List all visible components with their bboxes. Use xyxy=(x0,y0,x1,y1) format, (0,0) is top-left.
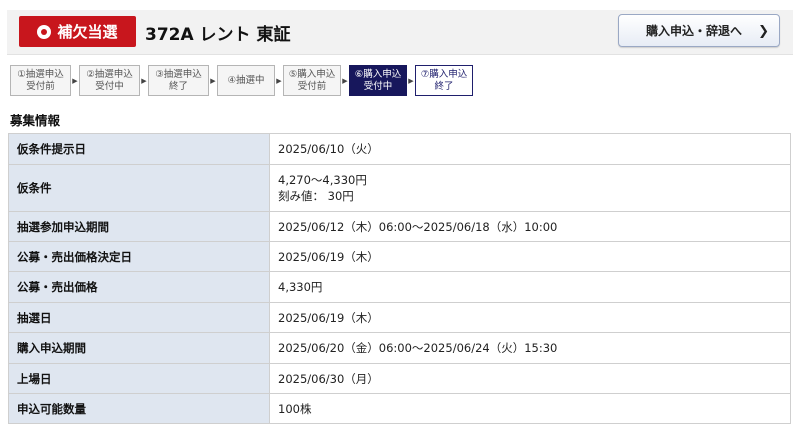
step-7: ⑦購入申込 終了 xyxy=(415,65,473,96)
page-title: 372A レント 東証 xyxy=(145,25,291,45)
status-badge-label: 補欠当選 xyxy=(57,23,118,41)
row-label: 上場日 xyxy=(8,363,270,394)
step-line2: 終了 xyxy=(434,80,454,92)
step-arrow-icon: ▶ xyxy=(72,76,78,85)
step-line2: 受付前 xyxy=(297,80,327,92)
table-row: 仮条件提示日 2025/06/10（火） xyxy=(8,133,791,165)
table-row: 購入申込期間 2025/06/20（金）06:00～2025/06/24（火）1… xyxy=(8,332,791,364)
row-value: 2025/06/30（月） xyxy=(269,363,791,394)
row-label: 公募・売出価格決定日 xyxy=(8,241,270,272)
chevron-right-icon: ❯ xyxy=(758,24,769,39)
buy-button-label: 購入申込・辞退へ xyxy=(646,24,743,38)
row-label: 公募・売出価格 xyxy=(8,271,270,303)
row-value: 2025/06/10（火） xyxy=(269,133,791,165)
step-arrow-icon: ▶ xyxy=(408,76,414,85)
step-2: ②抽選申込 受付中 xyxy=(79,65,140,96)
table-row: 上場日 2025/06/30（月） xyxy=(8,363,791,394)
step-line1: ②抽選申込 xyxy=(86,68,133,80)
row-value: 2025/06/20（金）06:00～2025/06/24（火）15:30 xyxy=(269,332,791,364)
row-value-cell: 4,270～4,330円 刻み値： 30円 xyxy=(269,164,791,212)
row-value: 4,330円 xyxy=(269,271,791,303)
step-arrow-icon: ▶ xyxy=(342,76,348,85)
step-line1: ⑥購入申込 xyxy=(354,68,402,80)
step-line2: 受付中 xyxy=(95,80,124,92)
step-4: ④抽選中 xyxy=(217,65,275,96)
table-row: 申込可能数量 100株 xyxy=(8,393,791,424)
progress-steps: ①抽選申込 受付前 ▶ ②抽選申込 受付中 ▶ ③抽選申込 終了 ▶ ④抽選中 … xyxy=(10,65,473,96)
step-line1: ③抽選申込 xyxy=(155,68,202,80)
step-6-current: ⑥購入申込 受付中 xyxy=(349,65,407,96)
status-badge: 補欠当選 xyxy=(19,16,136,47)
buy-apply-decline-button[interactable]: 購入申込・辞退へ ❯ xyxy=(618,14,780,47)
row-label: 仮条件提示日 xyxy=(8,133,270,165)
table-row: 仮条件 4,270～4,330円 刻み値： 30円 xyxy=(8,164,791,212)
row-label: 抽選参加申込期間 xyxy=(8,211,270,242)
row-value-sub: 刻み値： 30円 xyxy=(278,189,354,203)
step-line1: ⑦購入申込 xyxy=(420,68,468,80)
medal-icon xyxy=(37,24,52,39)
row-label: 申込可能数量 xyxy=(8,393,270,424)
row-label: 抽選日 xyxy=(8,302,270,333)
row-value: 2025/06/12（木）06:00～2025/06/18（水）10:00 xyxy=(269,211,791,242)
step-1: ①抽選申込 受付前 xyxy=(10,65,71,96)
row-value: 4,270～4,330円 xyxy=(278,173,367,187)
step-line1: ⑤購入申込 xyxy=(288,68,336,80)
step-line2: 終了 xyxy=(168,80,188,92)
step-arrow-icon: ▶ xyxy=(276,76,282,85)
table-row: 公募・売出価格 4,330円 xyxy=(8,271,791,303)
table-row: 公募・売出価格決定日 2025/06/19（木） xyxy=(8,241,791,272)
header-bar: 補欠当選 372A レント 東証 購入申込・辞退へ ❯ xyxy=(7,10,793,55)
section-title: 募集情報 xyxy=(10,113,61,128)
step-arrow-icon: ▶ xyxy=(210,76,216,85)
row-value: 2025/06/19（木） xyxy=(269,241,791,272)
step-line1: ①抽選申込 xyxy=(17,68,64,80)
row-label: 購入申込期間 xyxy=(8,332,270,364)
offering-info-table: 仮条件提示日 2025/06/10（火） 仮条件 4,270～4,330円 刻み… xyxy=(8,133,791,424)
step-5: ⑤購入申込 受付前 xyxy=(283,65,341,96)
table-row: 抽選日 2025/06/19（木） xyxy=(8,302,791,333)
row-label: 仮条件 xyxy=(8,164,270,212)
step-line2: 受付中 xyxy=(363,80,393,92)
step-line2: 受付前 xyxy=(26,80,55,92)
step-3: ③抽選申込 終了 xyxy=(148,65,209,96)
step-arrow-icon: ▶ xyxy=(141,76,147,85)
row-value: 2025/06/19（木） xyxy=(269,302,791,333)
table-row: 抽選参加申込期間 2025/06/12（木）06:00～2025/06/18（水… xyxy=(8,211,791,242)
step-line1: ④抽選中 xyxy=(227,74,265,86)
row-value: 100株 xyxy=(269,393,791,424)
